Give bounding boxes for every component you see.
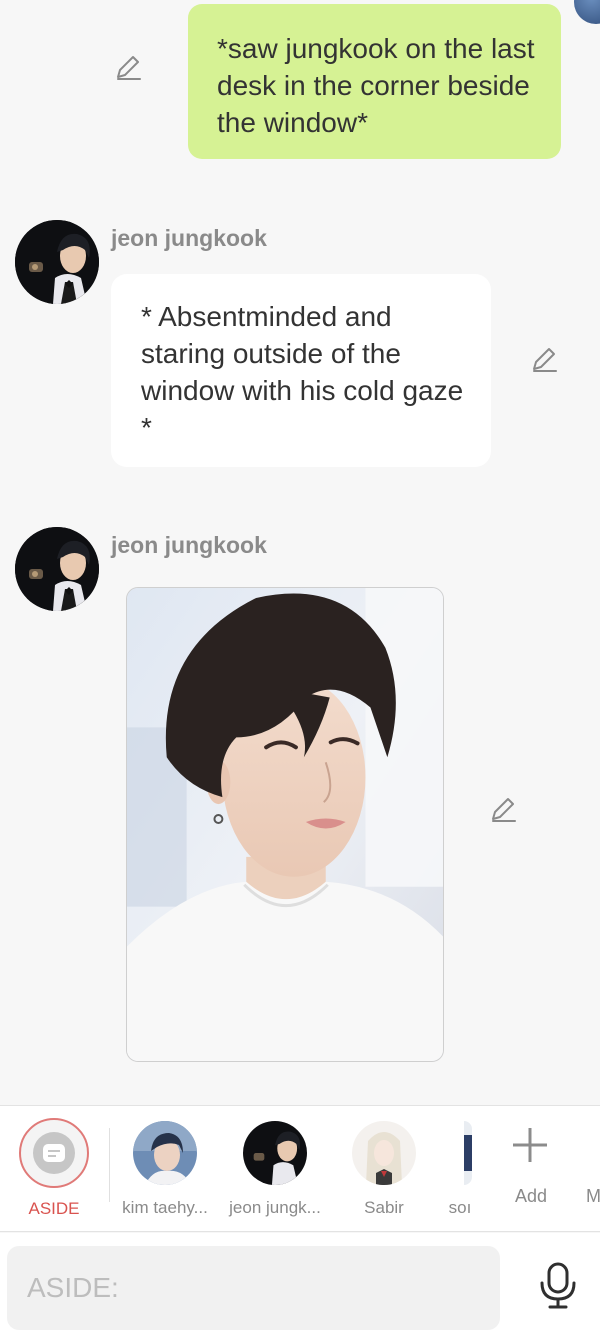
user-avatar[interactable] xyxy=(574,0,600,24)
aside-selector[interactable]: ASIDE xyxy=(0,1106,110,1231)
user-message-bubble[interactable]: *saw jungkook on the last desk in the co… xyxy=(188,4,561,159)
selector-item-jeon-jungkook[interactable]: jeon jungk... xyxy=(220,1106,330,1231)
aside-label: ASIDE xyxy=(28,1199,80,1218)
avatar xyxy=(352,1121,416,1185)
edit-icon[interactable] xyxy=(112,53,144,85)
character-avatar[interactable] xyxy=(15,220,99,304)
character-message-text: * Absentminded and staring outside of th… xyxy=(141,301,464,443)
avatar xyxy=(464,1121,472,1185)
avatar xyxy=(133,1121,197,1185)
add-label: Add xyxy=(514,1186,548,1206)
composer xyxy=(0,1233,600,1344)
character-name: jeon jungkook xyxy=(111,532,267,558)
character-photo[interactable] xyxy=(126,587,444,1062)
chat-bubble-icon xyxy=(33,1132,75,1174)
character-selector: ASIDE kim taehy... jeon jungk... Sabir s… xyxy=(0,1105,600,1232)
aside-button[interactable] xyxy=(19,1118,89,1188)
more-button[interactable]: M xyxy=(586,1106,600,1231)
selector-item-label: jeon jungk... xyxy=(229,1198,321,1217)
edit-icon[interactable] xyxy=(487,795,519,827)
avatar xyxy=(243,1121,307,1185)
edit-icon[interactable] xyxy=(528,345,560,377)
character-avatar[interactable] xyxy=(15,527,99,611)
add-character-button[interactable]: Add xyxy=(476,1106,586,1231)
mic-icon[interactable] xyxy=(536,1261,580,1309)
more-label: M xyxy=(586,1186,600,1206)
message-input[interactable] xyxy=(7,1246,500,1330)
character-message-bubble[interactable]: * Absentminded and staring outside of th… xyxy=(111,274,491,467)
plus-icon xyxy=(511,1126,549,1164)
selector-item-kim-taehyung[interactable]: kim taehy... xyxy=(110,1106,220,1231)
user-message-text: *saw jungkook on the last desk in the co… xyxy=(217,33,535,138)
selector-item-label: kim taehy... xyxy=(122,1198,208,1217)
character-name: jeon jungkook xyxy=(111,225,267,251)
